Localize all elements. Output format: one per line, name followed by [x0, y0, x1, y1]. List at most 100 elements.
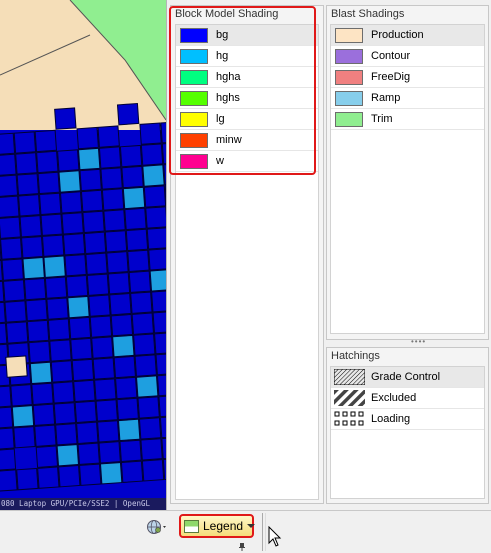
hatching-row-excluded[interactable]: Excluded — [331, 388, 484, 409]
block-shading-row-hgha[interactable]: hgha — [176, 67, 318, 88]
legend-button-label: Legend — [203, 519, 244, 533]
dotted-square-hatch-icon — [334, 411, 365, 427]
pin-icon[interactable] — [238, 543, 246, 553]
globe-dropdown-button[interactable] — [141, 516, 173, 538]
block-cell — [64, 254, 87, 277]
block-shading-swatch — [180, 132, 208, 148]
blast-shading-swatch — [335, 48, 363, 64]
block-cell — [116, 102, 140, 126]
block-cell — [58, 170, 81, 193]
block-cell — [0, 385, 12, 408]
blast-shading-row-trim[interactable]: Trim — [331, 109, 484, 130]
block-shading-swatch — [180, 153, 208, 169]
block-cell — [146, 227, 166, 250]
block-cell — [61, 212, 84, 235]
block-cell — [117, 418, 141, 442]
block-cell — [122, 186, 146, 210]
block-shading-swatch — [180, 90, 208, 106]
blast-shadings-group: Blast Shadings Production Contour FreeDig R… — [326, 5, 489, 340]
block-cell — [100, 167, 123, 190]
block-cell — [68, 316, 92, 340]
hatching-row-grade-control[interactable]: Grade Control — [331, 367, 484, 388]
hatchings-list[interactable]: Grade Control Excluded Loading — [330, 366, 485, 499]
block-shading-row-minw[interactable]: minw — [176, 130, 318, 151]
block-cell — [94, 378, 117, 401]
block-shading-swatch — [180, 69, 208, 85]
block-shading-row-w[interactable]: w — [176, 151, 318, 172]
block-shading-row-lg[interactable]: lg — [176, 109, 318, 130]
block-model-view[interactable] — [0, 0, 166, 510]
block-cell — [89, 315, 113, 338]
block-cell — [0, 448, 17, 471]
block-model-shading-group: Block Model Shading bg hg hgha hghs lg minw w — [170, 5, 324, 504]
block-cell — [97, 420, 120, 443]
block-cell — [145, 206, 166, 229]
block-cell — [13, 426, 36, 449]
block-shading-label: hghs — [216, 92, 240, 104]
blast-shading-row-ramp[interactable]: Ramp — [331, 88, 484, 109]
block-cell — [5, 321, 29, 344]
blast-shadings-title: Blast Shadings — [331, 8, 405, 20]
block-cell — [119, 144, 143, 168]
block-cell — [101, 188, 125, 211]
block-cell — [130, 291, 153, 314]
block-cell — [128, 270, 152, 293]
block-cell — [139, 122, 162, 145]
block-cell — [77, 147, 101, 171]
blast-shading-row-contour[interactable]: Contour — [331, 46, 484, 67]
block-cell — [4, 300, 27, 323]
block-shading-row-hg[interactable]: hg — [176, 46, 318, 67]
block-cell — [10, 384, 33, 407]
block-cell — [140, 143, 164, 166]
block-shading-row-bg[interactable]: bg — [176, 25, 318, 46]
legend-button[interactable]: Legend — [179, 514, 256, 538]
globe-icon — [147, 520, 166, 534]
block-cell — [0, 216, 21, 239]
viewport-3d[interactable]: 080 Laptop GPU/PCIe/SSE2 | OpenGL — [0, 0, 166, 510]
block-cell — [119, 439, 142, 463]
block-shading-label: minw — [216, 134, 242, 146]
block-cell — [37, 466, 60, 489]
block-cell — [23, 277, 47, 301]
block-cell — [86, 273, 110, 296]
block-cell — [88, 294, 111, 317]
blast-shading-row-freedig[interactable]: FreeDig — [331, 67, 484, 88]
blast-shading-label: FreeDig — [371, 71, 411, 83]
blast-shadings-list[interactable]: Production Contour FreeDig Ramp Trim — [330, 24, 485, 334]
block-cell — [107, 272, 131, 295]
block-cell — [18, 194, 41, 217]
block-cell — [76, 421, 99, 445]
block-cell — [103, 209, 126, 232]
blast-shading-label: Contour — [371, 50, 411, 62]
block-cell — [110, 313, 134, 337]
block-cell — [0, 195, 20, 218]
hatching-row-loading[interactable]: Loading — [331, 409, 484, 430]
block-model-shading-title: Block Model Shading — [175, 8, 279, 20]
splitter-grip[interactable]: •••• — [411, 337, 426, 346]
block-cell — [15, 152, 38, 175]
block-cell — [41, 234, 65, 257]
block-cell — [0, 237, 23, 260]
block-cell — [154, 331, 166, 355]
block-cell — [77, 442, 100, 465]
block-cell — [34, 129, 58, 153]
hatching-label: Grade Control — [371, 371, 441, 383]
block-cell — [138, 417, 162, 440]
blast-shading-row-production[interactable]: Production — [331, 25, 484, 46]
block-cell — [73, 379, 96, 403]
block-shading-row-hghs[interactable]: hghs — [176, 88, 318, 109]
block-cell — [29, 361, 53, 385]
block-cell — [1, 258, 24, 281]
block-cell — [58, 464, 81, 488]
block-cell — [148, 248, 166, 271]
block-shading-label: lg — [216, 113, 225, 125]
block-cell — [120, 460, 144, 483]
diagonal-hatch-thin-icon — [333, 368, 366, 386]
block-cell — [0, 427, 15, 450]
block-cell — [34, 424, 57, 447]
blast-shading-label: Trim — [371, 113, 393, 125]
block-model-shading-list[interactable]: bg hg hgha hghs lg minw w — [175, 24, 319, 500]
block-cell — [22, 256, 45, 280]
block-cell — [82, 210, 105, 234]
block-cell — [49, 339, 72, 362]
